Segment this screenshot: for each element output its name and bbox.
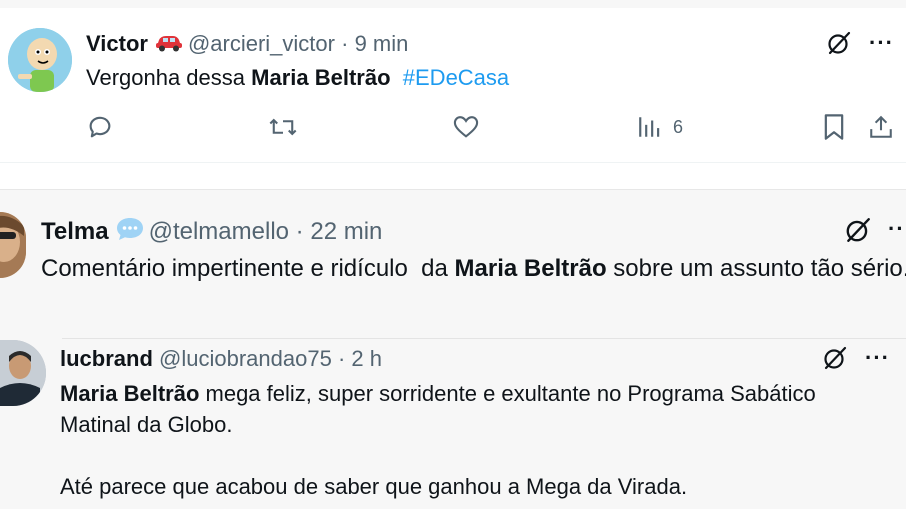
avatar[interactable] xyxy=(0,212,26,278)
user-handle[interactable]: @telmamello xyxy=(149,218,289,245)
reply-button[interactable] xyxy=(86,113,114,141)
avatar-photo-icon xyxy=(0,340,46,406)
hashtag-link[interactable]: #EDeCasa xyxy=(403,65,509,90)
tweet-victor[interactable]: Victor @arcieri_victor · 9 min Vergonha d… xyxy=(0,8,906,163)
views-icon xyxy=(639,117,660,137)
tweet-header: Victor @arcieri_victor · 9 min xyxy=(86,31,408,58)
more-options-icon[interactable]: ··· xyxy=(865,345,890,371)
grok-icon[interactable] xyxy=(826,30,852,56)
retweet-icon xyxy=(269,118,297,136)
thread-section: Telma @telmamello · 22 min ··· Comentário… xyxy=(0,190,906,509)
user-handle[interactable]: @luciobrandao75 xyxy=(159,346,332,371)
tweet-text: Maria Beltrão mega feliz, super sorriden… xyxy=(60,378,880,502)
reply-icon xyxy=(89,116,111,138)
tweet-header: lucbrand @luciobrandao75 · 2 h xyxy=(60,346,382,372)
text-bold-name: Maria Beltrão xyxy=(251,65,391,90)
more-options-icon[interactable]: ··· xyxy=(888,216,906,242)
text-prefix: Comentário impertinente e ridículo da xyxy=(41,255,455,282)
text-bold-name: Maria Beltrão xyxy=(454,255,607,282)
display-name[interactable]: Telma xyxy=(41,218,109,245)
speech-bubble-emoji xyxy=(115,216,145,249)
text-prefix: Vergonha dessa xyxy=(86,65,252,90)
inner-divider xyxy=(62,338,906,339)
share-button[interactable] xyxy=(868,113,894,141)
timestamp[interactable]: 2 h xyxy=(351,346,382,371)
timestamp[interactable]: 22 min xyxy=(310,218,382,245)
avatar-cartoon-icon xyxy=(8,28,72,92)
more-options-icon[interactable]: ··· xyxy=(869,30,894,56)
text-suffix: sobre um assunto tão sério. xyxy=(606,255,906,282)
avatar[interactable] xyxy=(0,340,46,406)
tweet-header: Telma @telmamello · 22 min xyxy=(41,216,382,249)
views-button[interactable]: 6 xyxy=(637,113,683,141)
tweet-text: Comentário impertinente e ridículo da Ma… xyxy=(41,254,906,284)
user-handle[interactable]: @arcieri_victor xyxy=(188,31,335,56)
tweet-actions: 6 xyxy=(0,113,906,145)
grok-icon[interactable] xyxy=(822,345,848,371)
text-paragraph: Até parece que acabou de saber que ganho… xyxy=(60,474,688,499)
bookmark-button[interactable] xyxy=(822,113,846,141)
top-strip xyxy=(0,0,906,8)
display-name[interactable]: Victor xyxy=(86,31,148,56)
text-paragraph: Maria Beltrão mega feliz, super sorriden… xyxy=(60,378,880,440)
avatar-photo-icon xyxy=(0,212,26,278)
bookmark-icon xyxy=(824,114,844,140)
separator-dot: · xyxy=(337,346,346,371)
avatar[interactable] xyxy=(8,28,72,92)
timestamp[interactable]: 9 min xyxy=(355,31,409,56)
section-gap xyxy=(0,163,906,190)
separator-dot: · xyxy=(341,31,349,56)
red-car-emoji xyxy=(154,32,184,58)
heart-icon xyxy=(453,116,479,138)
grok-icon[interactable] xyxy=(844,216,872,244)
views-count: 6 xyxy=(673,116,684,137)
display-name[interactable]: lucbrand xyxy=(60,346,153,371)
like-button[interactable] xyxy=(452,113,480,141)
retweet-button[interactable] xyxy=(268,113,298,141)
share-icon xyxy=(870,115,892,138)
text-bold-name: Maria Beltrão xyxy=(60,381,200,406)
separator-dot: · xyxy=(295,217,304,245)
tweet-text: Vergonha dessa Maria Beltrão #EDeCasa xyxy=(86,65,509,91)
text-gap xyxy=(391,65,403,90)
